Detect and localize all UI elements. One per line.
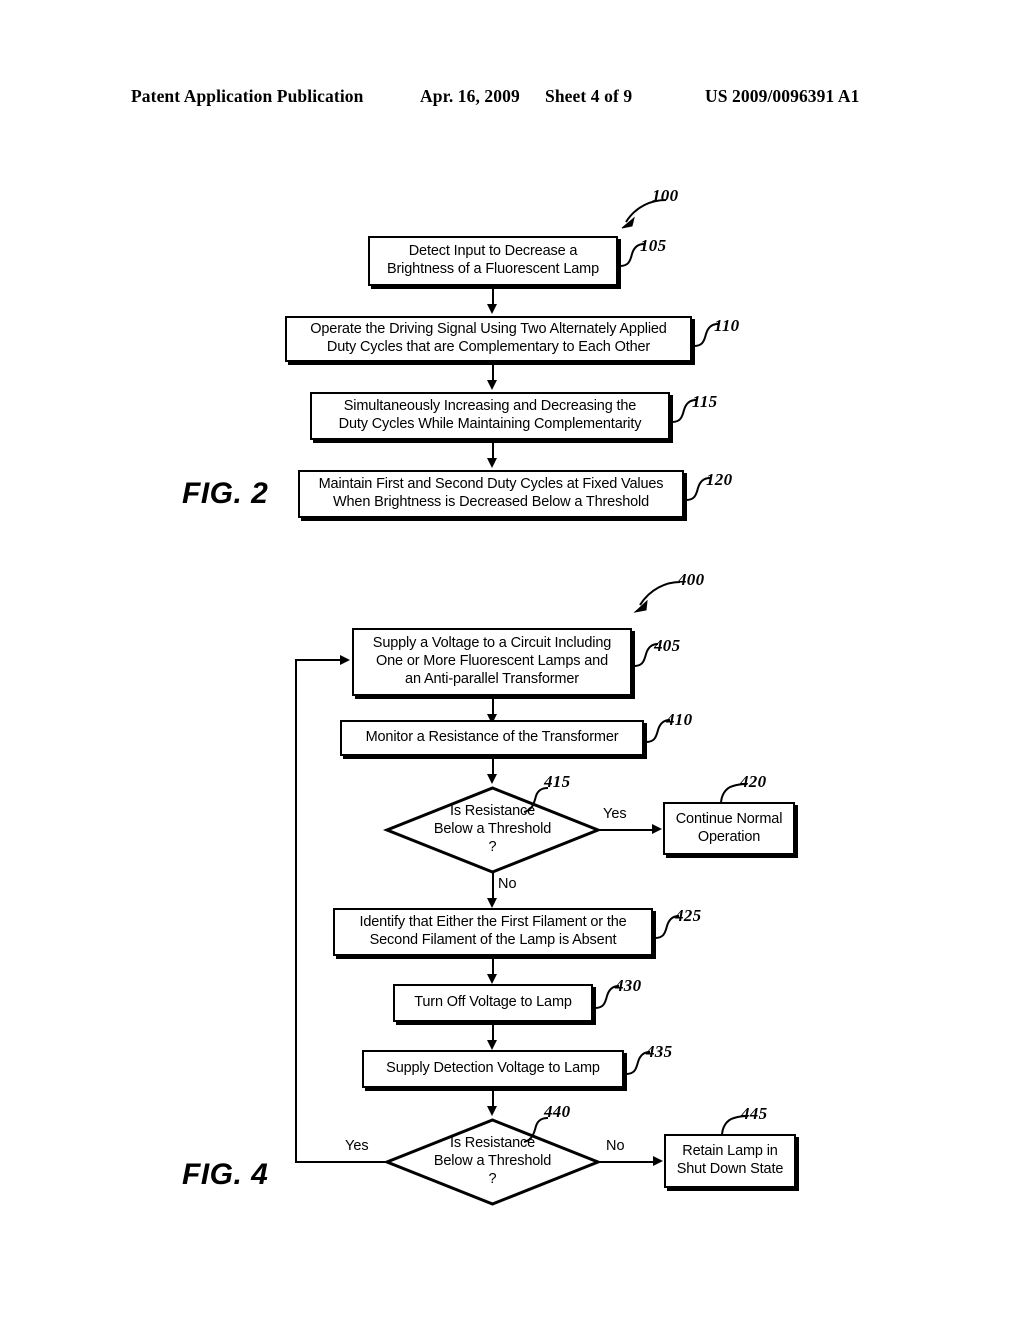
node-410-monitor-resistance: Monitor a Resistance of the Transformer [340,720,644,756]
node-105-detect-input: Detect Input to Decrease a Brightness of… [368,236,618,286]
node-105-line2: Brightness of a Fluorescent Lamp [386,261,599,277]
node-115-line2: Duty Cycles While Maintaining Complement… [338,416,642,432]
node-415-decision-resistance: Is Resistance Below a Threshold ? [382,786,603,874]
node-435-supply-detection-voltage: Supply Detection Voltage to Lamp [362,1050,624,1088]
node-445-retain-lamp-shutdown: Retain Lamp in Shut Down State [664,1134,796,1188]
header-publication: Patent Application Publication [131,86,364,106]
node-435-line1: Supply Detection Voltage to Lamp [386,1060,600,1077]
node-110-text: Operate the Driving Signal Using Two Alt… [293,321,684,356]
node-440-decision-resistance: Is Resistance Below a Threshold ? [382,1118,603,1206]
node-425-text: Identify that Either the First Filament … [341,914,645,949]
arrowhead-feedback-to-405 [340,655,350,665]
branch-label-440-no: No [606,1138,625,1154]
ref-numeral-115: 115 [692,392,718,411]
arrowhead-410-to-415 [487,774,497,784]
node-420-continue-normal-operation: Continue Normal Operation [663,802,795,855]
ref-numeral-405: 405 [654,636,681,655]
feedback-line-bottom [295,1161,387,1163]
ref-numeral-120: 120 [706,470,733,489]
node-105-line1: Detect Input to Decrease a [408,243,578,260]
node-445-line2: Shut Down State [676,1161,784,1177]
ref-numeral-440: 440 [544,1102,571,1121]
branch-label-415-no: No [498,876,517,892]
branch-label-440-yes: Yes [345,1138,369,1154]
ref-numeral-430: 430 [615,976,642,995]
ref-numeral-415: 415 [544,772,571,791]
ref-numeral-110: 110 [714,316,740,335]
node-120-line1: Maintain First and Second Duty Cycles at… [318,476,664,493]
node-445-text: Retain Lamp in Shut Down State [672,1143,788,1178]
arrowhead-105-to-110 [487,304,497,314]
connector-415-no-to-425 [492,872,494,900]
header-date: Apr. 16, 2009 [420,86,520,106]
figure-caption-4: FIG. 4 [182,1158,269,1191]
node-420-line1: Continue Normal [675,810,783,827]
ref-numeral-105: 105 [640,236,667,255]
page-header: Patent Application Publication Apr. 16, … [0,86,1024,112]
node-110-line1: Operate the Driving Signal Using Two Alt… [310,321,667,338]
node-110-line2: Duty Cycles that are Complementary to Ea… [326,339,651,355]
node-410-line1: Monitor a Resistance of the Transformer [365,729,619,746]
arrowhead-415-no-to-425 [487,898,497,908]
node-405-text: Supply a Voltage to a Circuit Including … [360,635,624,688]
node-120-line2: When Brightness is Decreased Below a Thr… [332,494,650,510]
ref-numeral-400: 400 [678,570,705,589]
ref-numeral-100: 100 [652,186,679,205]
arrowhead-415-yes-to-420 [652,824,662,834]
node-405-line2: One or More Fluorescent Lamps and [376,653,608,670]
node-115-text: Simultaneously Increasing and Decreasing… [318,398,662,433]
arrowhead-110-to-115 [487,380,497,390]
branch-label-415-yes: Yes [603,806,627,822]
node-420-text: Continue Normal Operation [671,811,787,846]
arrowhead-435-to-440 [487,1106,497,1116]
node-405-line3: an Anti-parallel Transformer [405,670,579,687]
node-420-line2: Operation [697,828,761,845]
node-115-line1: Simultaneously Increasing and Decreasing… [343,398,637,415]
node-405-supply-voltage: Supply a Voltage to a Circuit Including … [352,628,632,696]
connector-440-no-to-445 [598,1161,656,1163]
ref-numeral-425: 425 [675,906,702,925]
header-patent-number: US 2009/0096391 A1 [705,86,860,106]
node-120-maintain-duty-cycles: Maintain First and Second Duty Cycles at… [298,470,684,518]
feedback-line-vertical [295,659,297,1163]
header-sheet: Sheet 4 of 9 [545,86,633,106]
ref-numeral-445: 445 [741,1104,768,1123]
arrowhead-430-to-435 [487,1040,497,1050]
node-105-text: Detect Input to Decrease a Brightness of… [376,243,610,278]
patent-page: Patent Application Publication Apr. 16, … [0,0,1024,1320]
arrowhead-115-to-120 [487,458,497,468]
node-110-operate-driving-signal: Operate the Driving Signal Using Two Alt… [285,316,692,362]
node-425-identify-filament-absent: Identify that Either the First Filament … [333,908,653,956]
node-430-turn-off-voltage: Turn Off Voltage to Lamp [393,984,593,1022]
arrowhead-425-to-430 [487,974,497,984]
ref-numeral-435: 435 [646,1042,673,1061]
node-445-line1: Retain Lamp in [682,1143,778,1160]
node-115-simultaneously-increasing: Simultaneously Increasing and Decreasing… [310,392,670,440]
node-120-text: Maintain First and Second Duty Cycles at… [306,476,676,511]
ref-numeral-420: 420 [740,772,767,791]
node-425-line2: Second Filament of the Lamp is Absent [369,932,617,948]
node-405-line1: Supply a Voltage to a Circuit Including [372,635,612,652]
feedback-line-top [295,659,340,661]
node-425-line1: Identify that Either the First Filament … [359,914,627,931]
node-430-line1: Turn Off Voltage to Lamp [414,994,572,1011]
figure-caption-2: FIG. 2 [182,477,269,510]
arrowhead-440-no-to-445 [653,1156,663,1166]
connector-415-yes-to-420 [598,829,655,831]
ref-numeral-410: 410 [666,710,693,729]
